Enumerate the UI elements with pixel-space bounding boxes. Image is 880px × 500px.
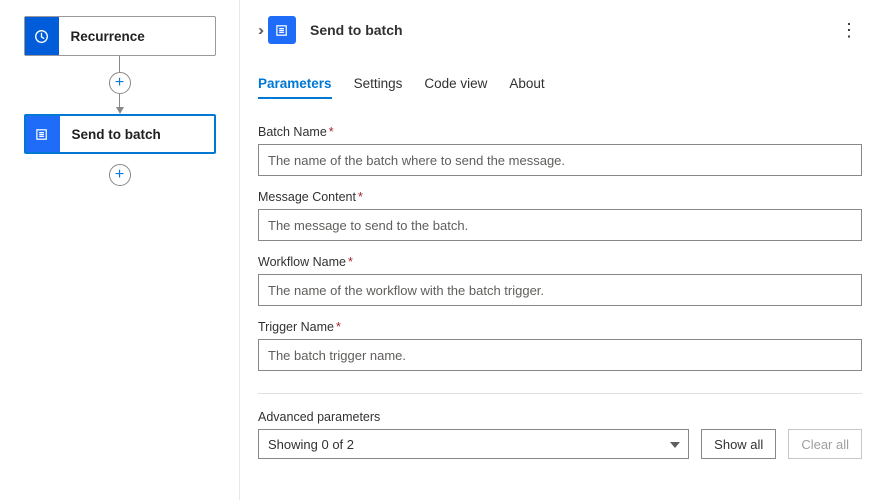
chevron-down-icon (670, 442, 680, 448)
required-asterisk: * (329, 125, 334, 139)
clock-icon (25, 17, 59, 55)
node-recurrence[interactable]: Recurrence (24, 16, 216, 56)
message-content-input[interactable] (258, 209, 862, 241)
workflow-canvas: Recurrence + Send to batch + (0, 0, 240, 500)
advanced-parameters-select[interactable]: Showing 0 of 2 (258, 429, 689, 459)
field-label: Workflow Name* (258, 255, 862, 269)
tab-about[interactable]: About (509, 76, 544, 99)
collapse-panel-button[interactable]: ›› (258, 22, 260, 39)
panel-header: ›› Send to batch ⋮ (258, 12, 862, 48)
trigger-name-input[interactable] (258, 339, 862, 371)
required-asterisk: * (336, 320, 341, 334)
batch-icon (268, 16, 296, 44)
advanced-parameters-label: Advanced parameters (258, 410, 862, 424)
parameters-form: Batch Name* Message Content* Workflow Na… (258, 125, 862, 459)
node-label: Send to batch (60, 127, 161, 142)
clear-all-button[interactable]: Clear all (788, 429, 862, 459)
add-step-button[interactable]: + (109, 164, 131, 186)
advanced-parameters-selected: Showing 0 of 2 (268, 437, 354, 452)
required-asterisk: * (358, 190, 363, 204)
field-label: Batch Name* (258, 125, 862, 139)
batch-icon (26, 116, 60, 152)
tab-settings[interactable]: Settings (354, 76, 403, 99)
more-menu-button[interactable]: ⋮ (836, 20, 862, 41)
details-panel: ›› Send to batch ⋮ Parameters Settings C… (240, 0, 880, 500)
field-label: Trigger Name* (258, 320, 862, 334)
add-step-button[interactable]: + (109, 72, 131, 94)
panel-title: Send to batch (310, 22, 403, 38)
show-all-button[interactable]: Show all (701, 429, 776, 459)
arrow-down-icon (116, 107, 124, 114)
panel-tabs: Parameters Settings Code view About (258, 76, 862, 99)
tab-code-view[interactable]: Code view (424, 76, 487, 99)
required-asterisk: * (348, 255, 353, 269)
node-send-to-batch[interactable]: Send to batch (24, 114, 216, 154)
workflow-name-input[interactable] (258, 274, 862, 306)
field-label: Message Content* (258, 190, 862, 204)
tab-parameters[interactable]: Parameters (258, 76, 332, 99)
node-label: Recurrence (59, 29, 145, 44)
batch-name-input[interactable] (258, 144, 862, 176)
section-divider (258, 393, 862, 394)
connector: + (109, 56, 131, 114)
